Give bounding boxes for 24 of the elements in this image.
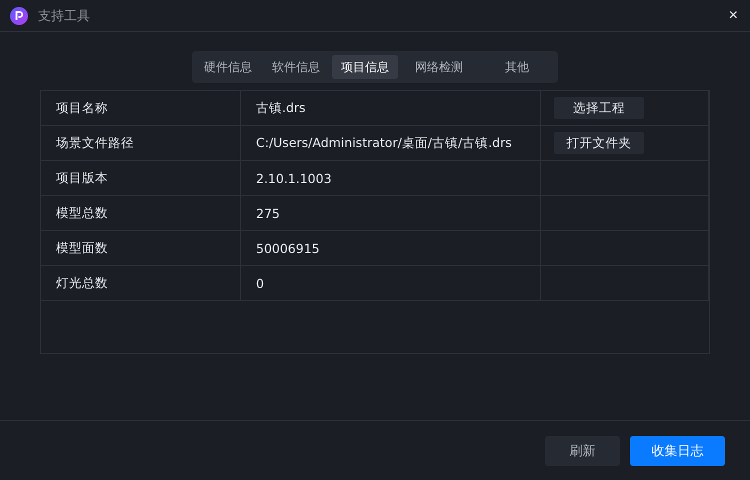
row-value: C:/Users/Administrator/桌面/古镇/古镇.drs xyxy=(256,134,512,152)
tab[interactable]: 其他 xyxy=(480,55,554,79)
row-label: 场景文件路径 xyxy=(56,134,134,152)
tab[interactable]: 网络检测 xyxy=(402,55,476,79)
tab[interactable]: 项目信息 xyxy=(332,55,398,79)
row-value: 50006915 xyxy=(256,240,320,256)
row-label: 灯光总数 xyxy=(56,274,108,292)
collect-logs-button[interactable]: 收集日志 xyxy=(630,436,725,466)
app-logo-icon xyxy=(10,6,28,24)
window-title: 支持工具 xyxy=(38,8,91,24)
row-value: 0 xyxy=(256,276,264,290)
action-button[interactable]: 选择工程 xyxy=(554,97,644,119)
row-label: 项目版本 xyxy=(56,170,108,186)
row-value: 275 xyxy=(256,206,280,220)
row-value: 古镇.drs xyxy=(256,100,306,116)
tab[interactable]: 软件信息 xyxy=(264,55,328,79)
row-label: 模型总数 xyxy=(56,204,108,222)
action-button[interactable]: 打开文件夹 xyxy=(554,132,644,154)
refresh-button[interactable]: 刷新 xyxy=(545,436,620,466)
row-value: 2.10.1.1003 xyxy=(256,170,332,186)
row-label: 项目名称 xyxy=(56,100,108,116)
row-label: 模型面数 xyxy=(56,240,108,256)
tab[interactable]: 硬件信息 xyxy=(196,55,260,79)
close-button[interactable]: × xyxy=(726,6,740,24)
